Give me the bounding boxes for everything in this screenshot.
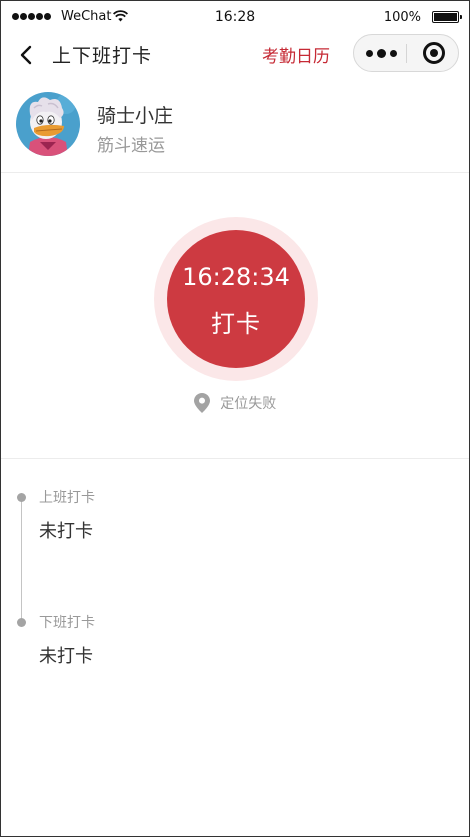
- avatar: [16, 92, 80, 156]
- location-status-text: 定位失败: [220, 396, 277, 412]
- navigation-bar: 上下班打卡 考勤日历: [1, 33, 469, 77]
- battery-icon: [432, 11, 462, 23]
- more-options-button[interactable]: [362, 35, 404, 71]
- punch-clock-button[interactable]: 16:28:34 打卡: [167, 230, 305, 368]
- more-dot-icon: [366, 50, 373, 57]
- clock-out-label: 下班打卡: [39, 615, 95, 631]
- back-arrow-icon[interactable]: [17, 43, 37, 67]
- company-name: 筋斗速运: [97, 136, 165, 156]
- location-pin-icon: [193, 393, 210, 413]
- clock-in-panel: 16:28:34 打卡 定位失败: [1, 173, 469, 459]
- status-bar: WeChat 16:28 100%: [1, 1, 469, 33]
- clock-in-status: 未打卡: [39, 521, 93, 542]
- user-name: 骑士小庄: [97, 105, 174, 127]
- timeline-dot: [17, 618, 26, 627]
- timeline-dot: [17, 493, 26, 502]
- close-miniprogram-button[interactable]: [414, 35, 454, 71]
- target-dot-icon: [430, 49, 438, 57]
- current-time: 16:28:34: [182, 263, 290, 291]
- timeline-line: [21, 497, 22, 622]
- app-screen: WeChat 16:28 100% 上下班打卡 考勤日历 骑士小庄 筋斗速运 1…: [0, 0, 470, 837]
- capsule-divider: [406, 44, 407, 63]
- more-dot-icon: [390, 50, 397, 57]
- page-title: 上下班打卡: [52, 45, 153, 67]
- user-profile: 骑士小庄 筋斗速运: [1, 89, 469, 173]
- punch-button-label: 打卡: [211, 310, 261, 338]
- clock-in-label: 上班打卡: [39, 490, 95, 506]
- clock-out-status: 未打卡: [39, 646, 93, 667]
- battery-percent: 100%: [383, 10, 421, 25]
- attendance-timeline: 上班打卡 未打卡 下班打卡 未打卡: [1, 459, 469, 759]
- more-dot-icon: [377, 49, 386, 58]
- attendance-calendar-link[interactable]: 考勤日历: [262, 42, 330, 67]
- location-status: 定位失败: [1, 393, 469, 413]
- miniprogram-capsule: [353, 34, 459, 72]
